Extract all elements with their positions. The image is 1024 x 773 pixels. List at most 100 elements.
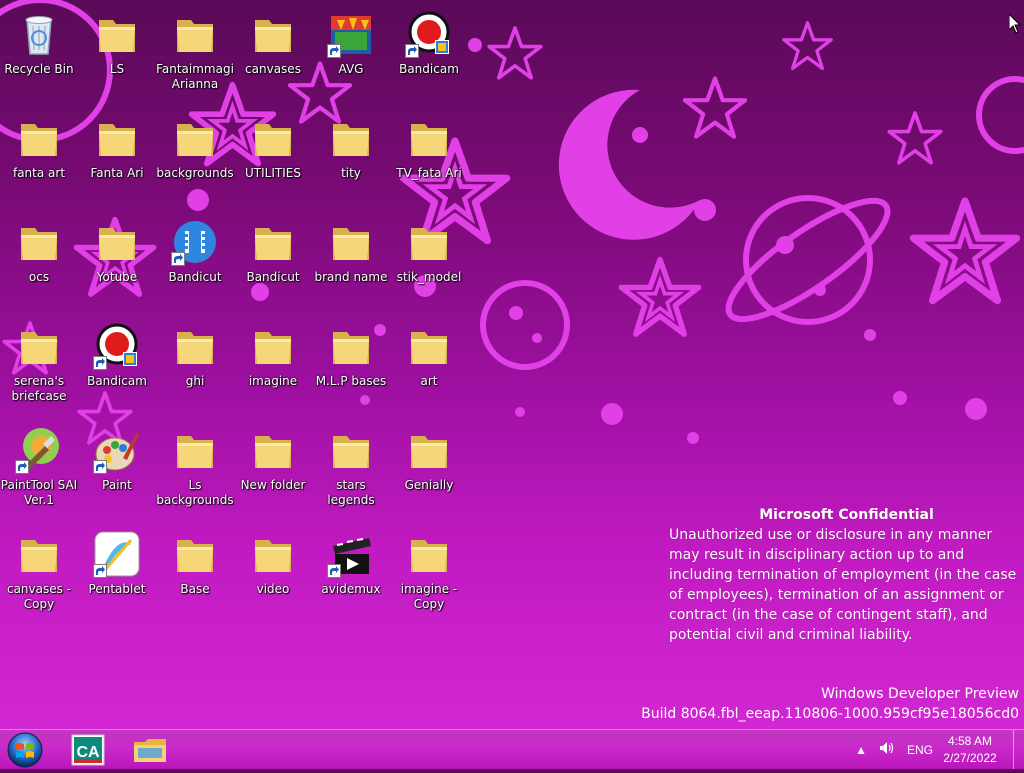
- folder-icon: [171, 10, 219, 58]
- mouse-cursor-icon: [1009, 14, 1021, 34]
- credit-agricole-icon: CA: [71, 734, 105, 765]
- desktop-icon-bandicam[interactable]: Bandicam: [78, 316, 156, 416]
- desktop-icon-avidemux[interactable]: avidemux: [312, 524, 390, 624]
- desktop-icon-label: canvases - Copy: [6, 582, 72, 611]
- desktop-icon-bandicam[interactable]: Bandicam: [390, 4, 468, 104]
- desktop-icon-bandicut[interactable]: Bandicut: [234, 212, 312, 312]
- desktop-icon-stars-legends[interactable]: stars legends: [312, 420, 390, 520]
- desktop-icon-yotube[interactable]: Yotube: [78, 212, 156, 312]
- desktop-icon-label: Ls backgrounds: [156, 478, 234, 507]
- desktop-icon-ocs[interactable]: ocs: [0, 212, 78, 312]
- desktop-icon-stik-model[interactable]: stik_model: [390, 212, 468, 312]
- notice-body: Unauthorized use or disclosure in any ma…: [669, 527, 1017, 643]
- desktop-icon-label: TV_fata Ari: [396, 166, 462, 180]
- folder-icon: [93, 10, 141, 58]
- desktop-icon-label: UTILITIES: [245, 166, 301, 180]
- desktop-icon-bandicut[interactable]: Bandicut: [156, 212, 234, 312]
- desktop-icon-canvases-copy[interactable]: canvases - Copy: [0, 524, 78, 624]
- watermark-build: Build 8064.fbl_eeap.110806-1000.959cf95e…: [641, 706, 1019, 722]
- desktop-icon-label: LS: [109, 62, 125, 76]
- desktop-icon-tv-fata-ari[interactable]: TV_fata Ari: [390, 108, 468, 208]
- desktop-icon-art[interactable]: art: [390, 316, 468, 416]
- language-indicator[interactable]: ENG: [907, 743, 933, 757]
- build-watermark: Windows Developer Preview Build 8064.fbl…: [641, 684, 1019, 724]
- shortcut-arrow-icon: [405, 44, 419, 58]
- shortcut-arrow-icon: [93, 564, 107, 578]
- desktop-icon-label: Yotube: [96, 270, 138, 284]
- folder-icon: [249, 10, 297, 58]
- folder-icon: [405, 218, 453, 266]
- desktop-icon-brand-name[interactable]: brand name: [312, 212, 390, 312]
- folder-icon: [171, 322, 219, 370]
- desktop-icon-new-folder[interactable]: New folder: [234, 420, 312, 520]
- desktop-icon-imagine[interactable]: imagine: [234, 316, 312, 416]
- desktop-icon-label: imagine: [248, 374, 298, 388]
- folder-icon: [327, 322, 375, 370]
- desktop-icon-painttool-sai-ver-1[interactable]: PaintTool SAI Ver.1: [0, 420, 78, 520]
- taskbar-app-credit-agricole[interactable]: CA: [62, 731, 114, 768]
- notice-title: Microsoft Confidential: [759, 507, 934, 523]
- show-desktop-button[interactable]: [1013, 730, 1024, 769]
- folder-icon: [93, 218, 141, 266]
- painttool-sai-icon: [15, 426, 63, 474]
- desktop-icon-base[interactable]: Base: [156, 524, 234, 624]
- show-hidden-icons-button[interactable]: ▲: [855, 743, 867, 757]
- desktop-icon-label: Bandicut: [246, 270, 300, 284]
- desktop-icon-label: backgrounds: [156, 166, 234, 180]
- desktop-icon-video[interactable]: video: [234, 524, 312, 624]
- desktop-icon-canvases[interactable]: canvases: [234, 4, 312, 104]
- desktop-icon-ghi[interactable]: ghi: [156, 316, 234, 416]
- shortcut-arrow-icon: [327, 44, 341, 58]
- folder-icon: [15, 114, 63, 162]
- folder-icon: [249, 322, 297, 370]
- file-explorer-icon: [134, 738, 166, 762]
- folder-icon: [15, 218, 63, 266]
- desktop-icon-recycle-bin[interactable]: Recycle Bin: [0, 4, 78, 104]
- clock[interactable]: 4:58 AM 2/27/2022: [939, 733, 1001, 767]
- desktop-icon-label: video: [256, 582, 290, 596]
- paint-icon: [93, 426, 141, 474]
- desktop-icon-label: Base: [180, 582, 210, 596]
- desktop-icon-ls[interactable]: LS: [78, 4, 156, 104]
- desktop-icon-backgrounds[interactable]: backgrounds: [156, 108, 234, 208]
- desktop-icon-fanta-art[interactable]: fanta art: [0, 108, 78, 208]
- folder-icon: [15, 322, 63, 370]
- desktop-icon-tity[interactable]: tity: [312, 108, 390, 208]
- desktop-icon-m-l-p-bases[interactable]: M.L.P bases: [312, 316, 390, 416]
- folder-icon: [171, 530, 219, 578]
- desktop-icon-label: Paint: [102, 478, 132, 492]
- desktop-icon-genially[interactable]: Genially: [390, 420, 468, 520]
- desktop-icon-pentablet[interactable]: Pentablet: [78, 524, 156, 624]
- shortcut-arrow-icon: [171, 252, 185, 266]
- avidemux-icon: [327, 530, 375, 578]
- desktop-icon-label: AVG: [338, 62, 364, 76]
- folder-icon: [327, 114, 375, 162]
- desktop-icon-fanta-ari[interactable]: Fanta Ari: [78, 108, 156, 208]
- desktop-icon-label: Fantaimmagi Arianna: [156, 62, 234, 91]
- desktop-icon-label: New folder: [240, 478, 306, 492]
- desktop-icon-utilities[interactable]: UTILITIES: [234, 108, 312, 208]
- svg-text:CA: CA: [76, 744, 100, 761]
- desktop-icon-label: M.L.P bases: [315, 374, 387, 388]
- folder-icon: [15, 530, 63, 578]
- desktop-icon-imagine-copy[interactable]: imagine - Copy: [390, 524, 468, 624]
- desktop-icon-serena-s-briefcase[interactable]: serena's briefcase: [0, 316, 78, 416]
- shortcut-arrow-icon: [327, 564, 341, 578]
- folder-icon: [405, 426, 453, 474]
- desktop-icon-label: Pentablet: [88, 582, 146, 596]
- avg-icon: [327, 10, 375, 58]
- desktop-icon-fantaimmagi-arianna[interactable]: Fantaimmagi Arianna: [156, 4, 234, 104]
- bandicam-icon: [93, 322, 141, 370]
- folder-icon: [327, 426, 375, 474]
- desktop-icon-label: stik_model: [396, 270, 462, 284]
- volume-icon[interactable]: [879, 741, 895, 758]
- desktop-icon-ls-backgrounds[interactable]: Ls backgrounds: [156, 420, 234, 520]
- taskbar-app-file-explorer[interactable]: [124, 731, 176, 768]
- desktop-icon-label: stars legends: [327, 478, 375, 507]
- desktop-icon-label: art: [420, 374, 438, 388]
- desktop-icon-label: Bandicam: [399, 62, 459, 76]
- desktop-icon-avg[interactable]: AVG: [312, 4, 390, 104]
- start-button[interactable]: [5, 731, 45, 769]
- desktop-icon-paint[interactable]: Paint: [78, 420, 156, 520]
- desktop-icon-label: ghi: [185, 374, 205, 388]
